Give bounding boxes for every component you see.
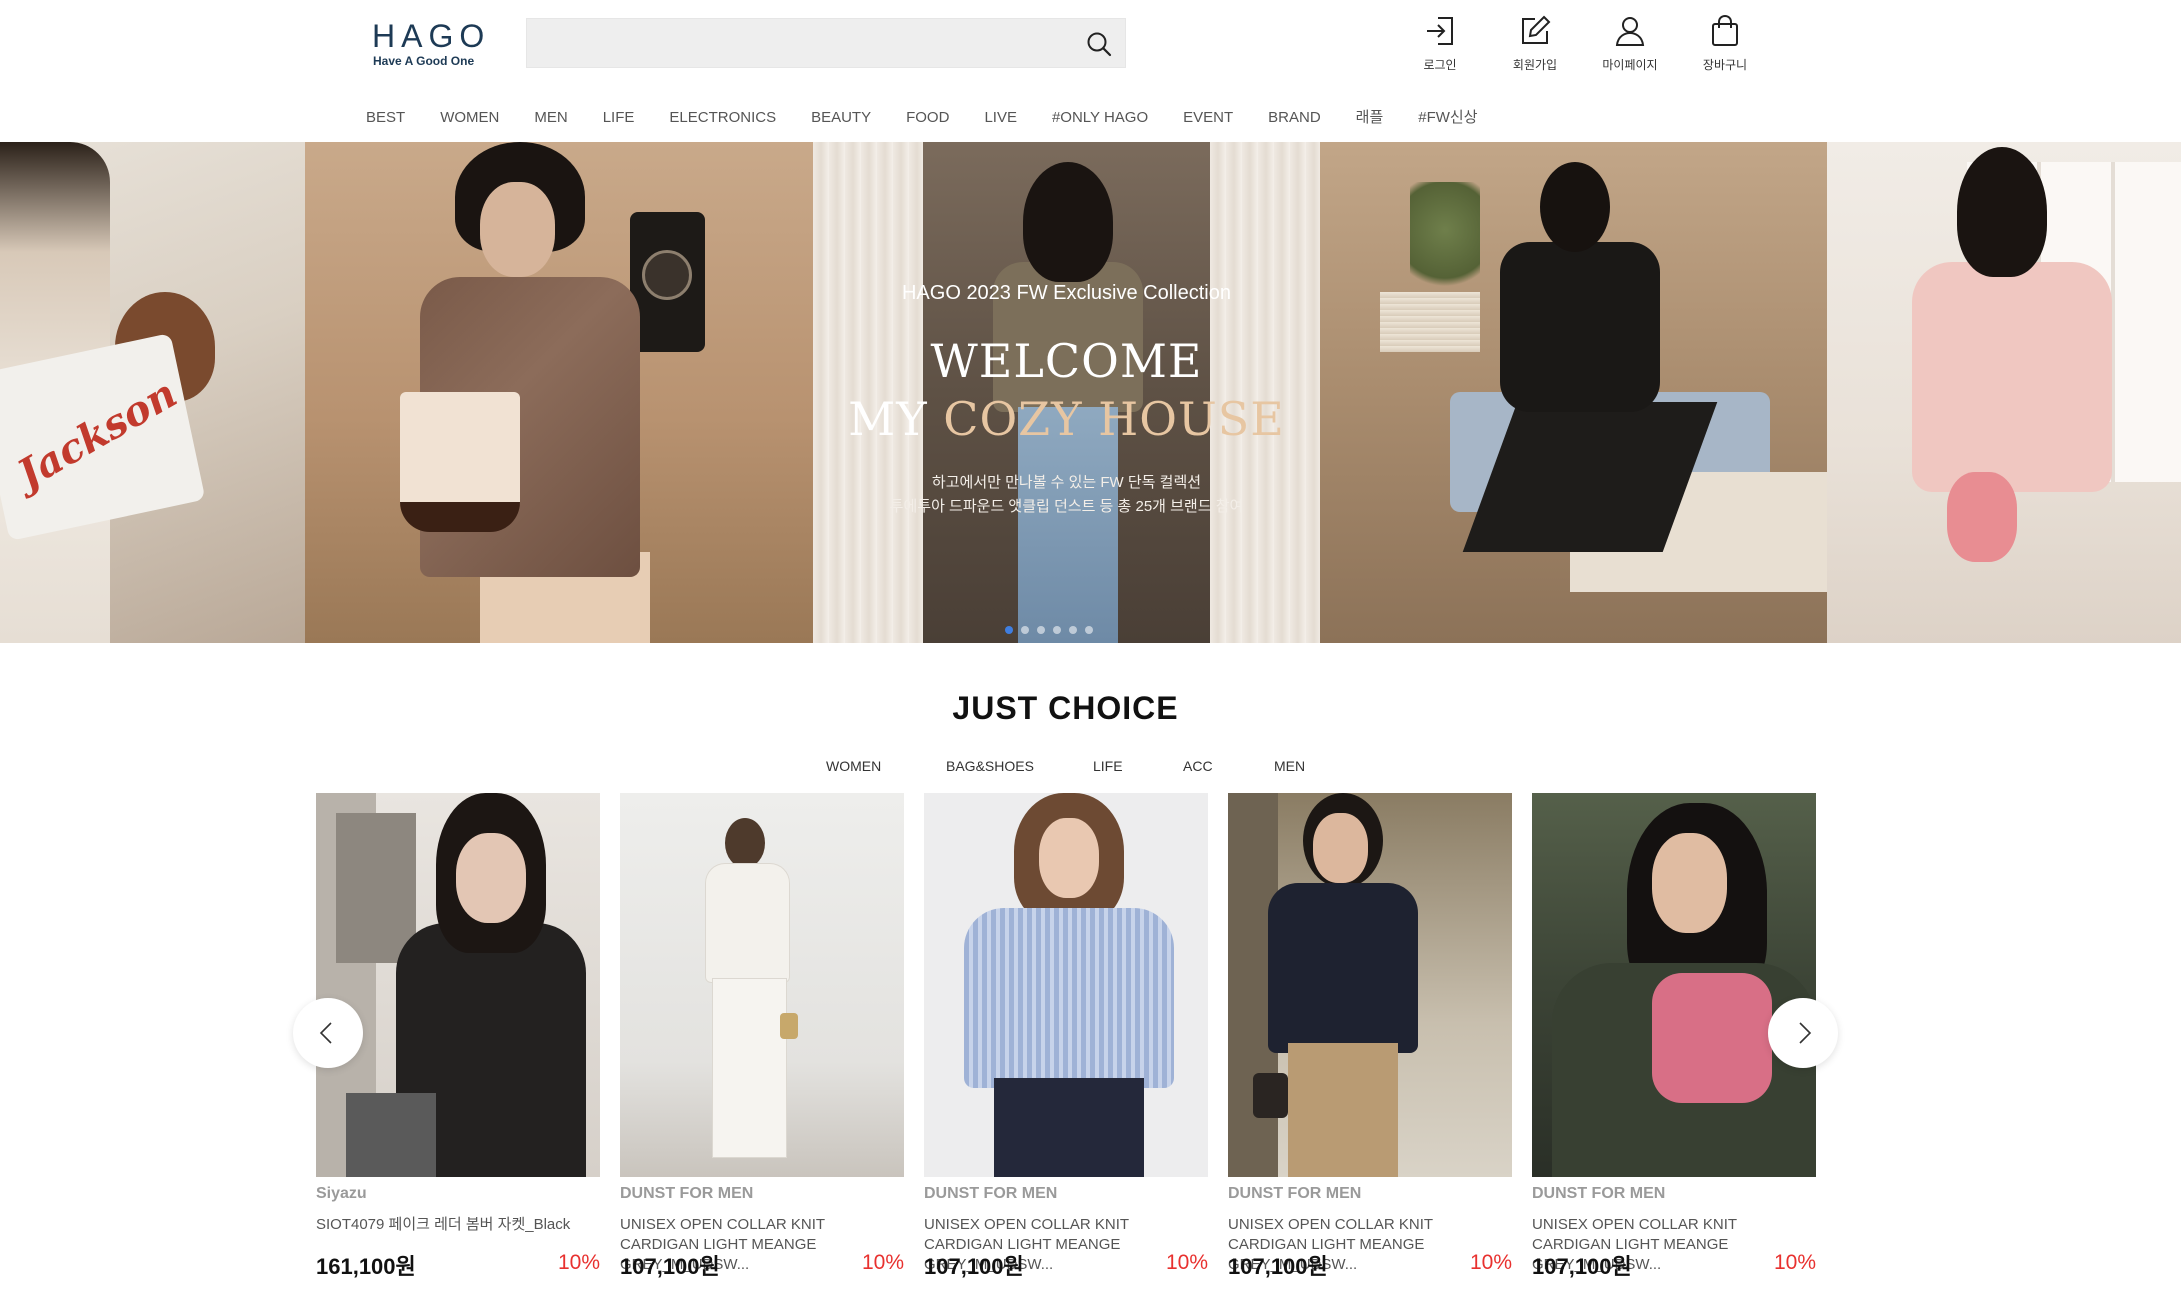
signup-label: 회원가입 [1512,58,1558,72]
nav-life[interactable]: LIFE [603,106,635,130]
pizza-box: Jackson [0,333,206,541]
nav-best[interactable]: BEST [366,106,405,130]
product-price: 107,100원 [924,1254,1024,1279]
search-bar [526,18,1126,68]
product-name[interactable]: SIOT4079 페이크 레더 봄버 자켓_Black [316,1215,600,1235]
cart-label: 장바구니 [1702,58,1748,72]
hero-description: 하고에서만 만나볼 수 있는 FW 단독 컬렉션 투에투아 드파운드 앳클립 던… [813,471,1320,519]
tab-women[interactable]: WOMEN [826,758,881,774]
product-card[interactable]: DUNST FOR MEN UNISEX OPEN COLLAR KNIT CA… [620,793,904,1303]
product-price: 161,100원 [316,1254,416,1279]
product-card[interactable]: DUNST FOR MEN UNISEX OPEN COLLAR KNIT CA… [924,793,1208,1303]
carousel-next-button[interactable] [1768,998,1838,1068]
login-icon [1427,17,1453,45]
product-price: 107,100원 [1532,1254,1632,1279]
product-discount: 10% [1165,1251,1208,1274]
product-price: 107,100원 [1228,1254,1328,1279]
pizza-logo: Jackson [9,369,185,499]
tab-acc[interactable]: ACC [1183,758,1213,774]
chevron-right-icon [1799,1022,1812,1044]
nav-women[interactable]: WOMEN [440,106,499,130]
slide-dot[interactable] [1021,626,1029,634]
nav-brand[interactable]: BRAND [1268,106,1321,130]
telephone-image [630,212,705,352]
section-title: JUST CHOICE [952,690,1179,726]
product-brand: Siyazu [316,1185,367,1202]
chevron-left-icon [319,1022,332,1044]
hero-title-line1: WELCOME [930,334,1203,388]
nav-beauty[interactable]: BEAUTY [811,106,871,130]
product-brand: DUNST FOR MEN [1532,1185,1666,1202]
cart-button[interactable]: 장바구니 [1685,14,1765,73]
hero-title-line2: MY COZY HOUSE [813,389,1320,449]
slide-pagination [1005,626,1101,634]
hero-photo-window [1827,142,2181,643]
product-discount: 10% [557,1251,600,1274]
site-header: HAGO Have A Good One 로그인 회원가입 마이페이지 장바구니… [0,0,2181,142]
slide-dot[interactable] [1069,626,1077,634]
hero-photo-telephone [305,142,813,643]
hero-eyebrow: HAGO 2023 FW Exclusive Collection [901,282,1231,304]
slide-dot[interactable] [1085,626,1093,634]
product-price: 107,100원 [620,1254,720,1279]
tab-men[interactable]: MEN [1274,758,1305,774]
nav-event[interactable]: EVENT [1183,106,1233,130]
main-navigation: BEST WOMEN MEN LIFE ELECTRONICS BEAUTY F… [366,106,1513,130]
product-brand: DUNST FOR MEN [620,1185,754,1202]
slide-dot[interactable] [1037,626,1045,634]
hero-title-accent: COZY HOUSE [943,392,1285,446]
hero-photo-sofa [1320,142,1827,643]
search-icon[interactable] [1085,30,1113,58]
site-logo[interactable]: HAGO Have A Good One [372,18,484,68]
slide-dot[interactable] [1053,626,1061,634]
hero-banner[interactable]: Jackson HAGO 2023 FW Exclusive Collectio… [0,142,2181,643]
product-discount: 10% [1469,1251,1512,1274]
product-brand: DUNST FOR MEN [924,1185,1058,1202]
product-image[interactable] [620,793,904,1177]
nav-raffle[interactable]: 래플 [1356,106,1384,130]
nav-fw-new[interactable]: #FW신상 [1418,106,1477,130]
nav-only-hago[interactable]: #ONLY HAGO [1052,106,1148,130]
tab-life[interactable]: LIFE [1093,758,1123,774]
nav-live[interactable]: LIVE [984,106,1017,130]
carousel-prev-button[interactable] [293,998,363,1068]
hero-photo-pizza: Jackson [0,142,305,643]
logo-tagline: Have A Good One [373,54,475,68]
tab-bag-shoes[interactable]: BAG&SHOES [946,758,1034,774]
nav-men[interactable]: MEN [534,106,567,130]
login-label: 로그인 [1423,58,1457,72]
user-icon [1615,17,1645,46]
product-image[interactable] [1532,793,1816,1177]
product-brand: DUNST FOR MEN [1228,1185,1362,1202]
product-image[interactable] [1228,793,1512,1177]
logo-wordmark: HAGO [372,18,491,54]
nav-electronics[interactable]: ELECTRONICS [669,106,776,130]
search-input[interactable] [527,19,1067,67]
edit-icon [1522,15,1551,44]
slide-dot[interactable] [1005,626,1013,634]
mypage-button[interactable]: 마이페이지 [1590,14,1670,73]
signup-button[interactable]: 회원가입 [1495,14,1575,73]
product-carousel: Siyazu SIOT4079 페이크 레더 봄버 자켓_Black 161,1… [316,793,1816,1303]
hero-desc-line1: 하고에서만 만나볼 수 있는 FW 단독 컬렉션 [931,474,1202,491]
mypage-label: 마이페이지 [1602,58,1658,72]
product-discount: 10% [861,1251,904,1274]
hero-title-prefix: MY [848,392,944,446]
login-button[interactable]: 로그인 [1400,14,1480,73]
product-image[interactable] [316,793,600,1177]
shopping-bag-icon [1712,14,1738,46]
product-image[interactable] [924,793,1208,1177]
product-card[interactable]: DUNST FOR MEN UNISEX OPEN COLLAR KNIT CA… [1228,793,1512,1303]
nav-food[interactable]: FOOD [906,106,949,130]
hero-desc-line2: 투에투아 드파운드 앳클립 던스트 등 총 25개 브랜드 참여 [889,498,1244,515]
product-discount: 10% [1773,1251,1816,1274]
hero-copy: HAGO 2023 FW Exclusive Collection WELCOM… [813,282,1320,519]
